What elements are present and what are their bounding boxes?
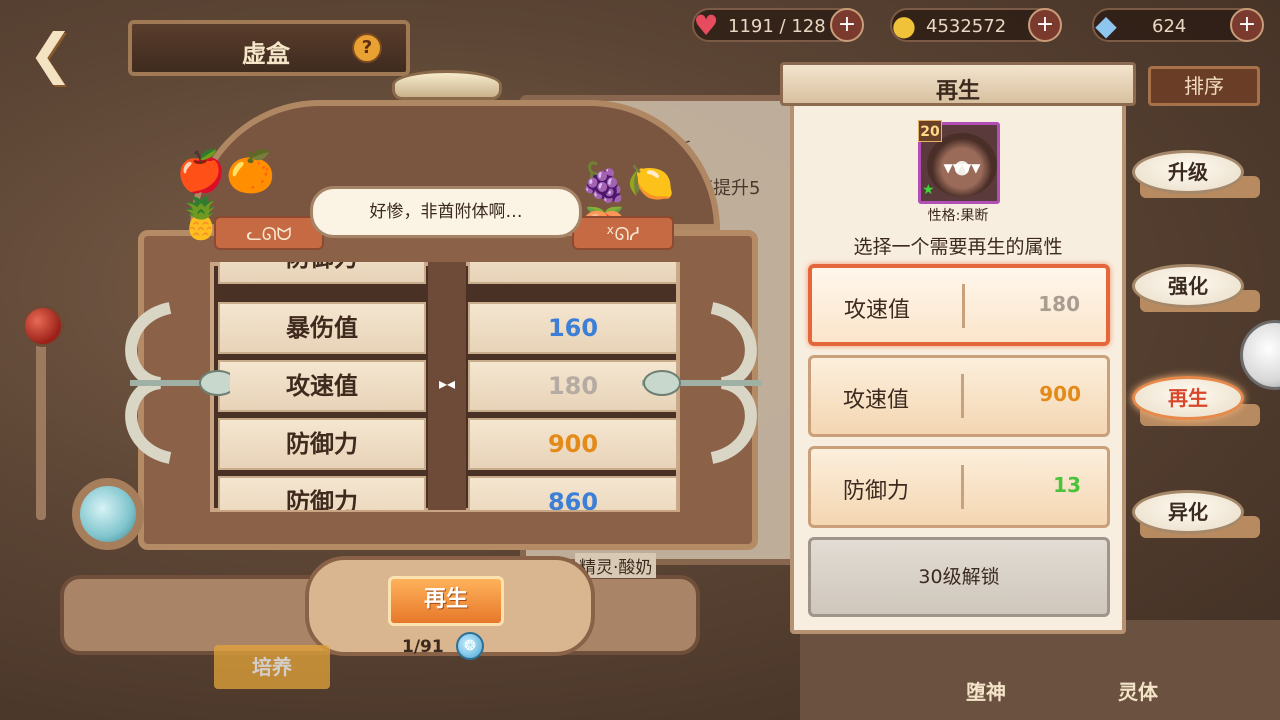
rune-plate-left: ᓚᘏᗢ	[214, 216, 324, 250]
stamina-counter: ♥ 1191 / 128 +	[692, 8, 864, 42]
regen-gem-icon: ❂	[456, 632, 484, 660]
sort-button[interactable]: 排序	[1148, 66, 1260, 106]
machine-dome	[392, 70, 502, 100]
tab-regenerate[interactable]: 再生	[1132, 376, 1244, 420]
speech-bubble: 好惨，非酋附体啊…	[310, 186, 582, 238]
reroll-button[interactable]: 再生	[388, 576, 504, 626]
tab-fallen-god[interactable]: 堕神	[966, 676, 1006, 705]
locked-slot: 30级解锁	[808, 537, 1110, 617]
fruit-basket-left: 🍎🍊🍍	[176, 149, 276, 242]
coin-value: 4532572	[926, 16, 1007, 37]
slot-attribute: 暴伤值	[218, 302, 426, 354]
divider	[962, 284, 965, 328]
attribute-name: 攻速值	[844, 298, 911, 323]
panel-header: 再生	[780, 62, 1136, 106]
back-button[interactable]: ❮	[28, 20, 110, 85]
slot-attribute: 防御力	[218, 418, 426, 470]
tab-enhance[interactable]: 强化	[1132, 264, 1244, 308]
instruction-text: 选择一个需要再生的属性	[853, 236, 1063, 258]
personality-label: 性格:果断	[927, 208, 989, 224]
game-screen: 果断 速提升5 精灵·酸奶 ❮ 虚盒 ? ♥ 1191 / 128 + ● 45…	[0, 0, 1280, 720]
attribute-name: 攻速值	[843, 388, 910, 413]
back-arrow-icon: ❮	[28, 22, 74, 85]
pipe	[36, 330, 46, 520]
rune-plate-right: ᕁᘏᓱ	[572, 216, 674, 250]
fruit-basket-right: 🍇🍋🍑	[580, 160, 675, 249]
attribute-value: 900	[1039, 382, 1081, 406]
slot-attribute: 攻速值	[218, 360, 426, 412]
attribute-option[interactable]: 防御力 13	[808, 446, 1110, 528]
add-stamina-button[interactable]: +	[830, 8, 864, 42]
tab-spirit[interactable]: 灵体	[1118, 676, 1158, 705]
star-icon: ★	[922, 182, 935, 198]
coin-counter: ● 4532572 +	[890, 8, 1062, 42]
glass-orb	[1240, 320, 1280, 390]
crystal-counter: ◆ 624 +	[1092, 8, 1264, 42]
machine-lens	[72, 478, 144, 550]
slot-pointer-icon: ▸◂	[438, 374, 456, 393]
crystal-icon: ◆	[1095, 9, 1117, 42]
attribute-value: 13	[1053, 473, 1081, 497]
slot-attribute: 防御力	[218, 476, 426, 510]
add-crystal-button[interactable]: +	[1230, 8, 1264, 42]
divider	[961, 465, 964, 509]
stamina-value: 1191 / 128	[728, 16, 826, 37]
reroll-cost: 1/91	[402, 637, 444, 657]
panel-title: 再生	[935, 79, 980, 104]
attribute-option[interactable]: 攻速值 180	[808, 264, 1110, 346]
divider	[961, 374, 964, 418]
tab-upgrade[interactable]: 升级	[1132, 150, 1244, 194]
attribute-name: 防御力	[843, 479, 910, 504]
cultivate-button[interactable]: 培养	[214, 645, 330, 689]
lever-knob	[22, 305, 64, 347]
slot-attribute: 防御力	[218, 262, 426, 284]
heart-icon: ♥	[693, 9, 719, 42]
coin-icon: ●	[891, 9, 917, 42]
tab-mutate[interactable]: 异化	[1132, 490, 1244, 534]
ornament-right	[642, 302, 762, 464]
monster-teeth: ▼▼▼▼	[943, 161, 981, 175]
crystal-value: 624	[1152, 16, 1187, 37]
slot-value: 860	[468, 476, 678, 510]
slot-reel-attributes: 防御力 暴伤值 攻速值 防御力 防御力	[218, 262, 426, 510]
add-coin-button[interactable]: +	[1028, 8, 1062, 42]
level-badge: 20	[918, 120, 942, 142]
slot-value-blank	[468, 262, 678, 284]
help-button[interactable]: ?	[352, 33, 382, 63]
attribute-value: 180	[1038, 292, 1080, 316]
page-title: 虚盒	[242, 40, 290, 68]
ornament-left	[125, 302, 230, 464]
attribute-option[interactable]: 攻速值 900	[808, 355, 1110, 437]
